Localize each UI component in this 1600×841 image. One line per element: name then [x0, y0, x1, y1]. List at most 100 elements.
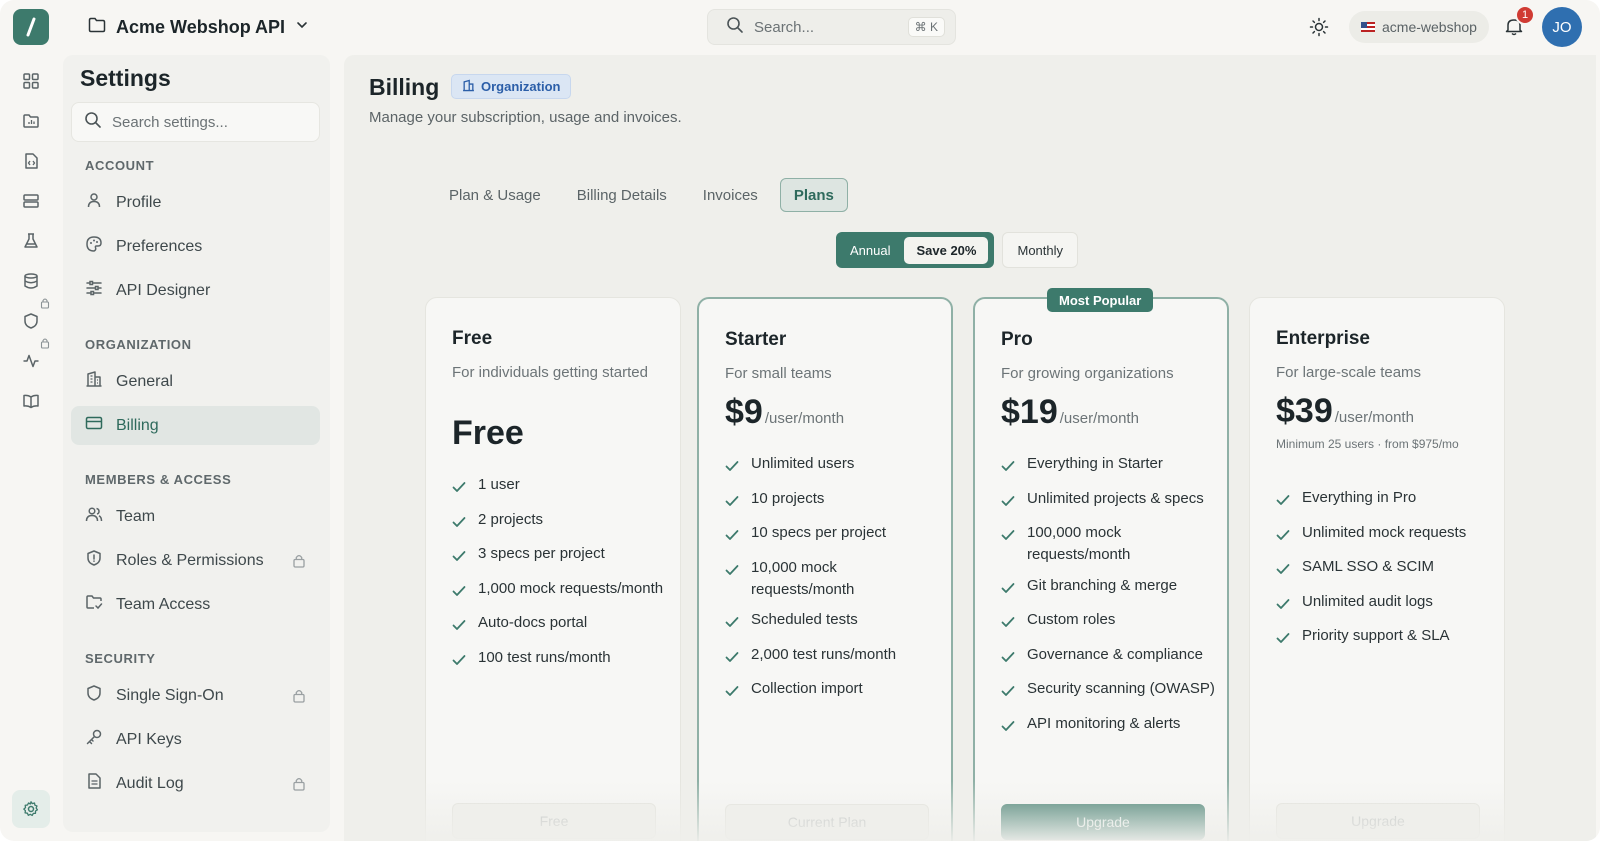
tab-plans[interactable]: Plans: [779, 178, 848, 212]
feature-item: 10,000 mock requests/month: [725, 557, 940, 601]
settings-search-input[interactable]: Search settings...: [71, 102, 320, 142]
feature-item: Git branching & merge: [1001, 575, 1216, 601]
global-search[interactable]: Search... ⌘ K: [707, 9, 956, 45]
settings-title: Settings: [80, 65, 171, 91]
most-popular-badge: Most Popular: [1047, 288, 1154, 312]
plan-card-pro: Most Popular Pro For growing organizatio…: [973, 288, 1229, 841]
database-icon[interactable]: [20, 270, 42, 292]
sidebar-item-team-access[interactable]: Team Access: [71, 585, 320, 624]
sidebar-item-team[interactable]: Team: [71, 497, 320, 536]
building-icon: [85, 370, 103, 393]
check-icon: [1001, 488, 1015, 514]
shield-icon[interactable]: [20, 310, 42, 332]
shield-icon: [85, 684, 103, 707]
sliders-icon: [85, 279, 103, 302]
user-avatar[interactable]: JO: [1542, 7, 1582, 47]
settings-search-placeholder: Search settings...: [112, 113, 228, 131]
section-label-security: SECURITY: [85, 651, 156, 666]
monthly-option[interactable]: Monthly: [1002, 232, 1079, 268]
plan-price-unit: /user/month: [1334, 409, 1414, 426]
plan-description: For individuals getting started: [452, 364, 648, 381]
current-plan-button[interactable]: Current Plan: [725, 804, 929, 840]
upgrade-pro-button[interactable]: Upgrade: [1001, 804, 1205, 840]
feature-text: 10,000 mock requests/month: [751, 558, 855, 598]
check-icon: [452, 612, 466, 638]
tab-plan-usage[interactable]: Plan & Usage: [435, 178, 555, 212]
sidebar-item-label: Audit Log: [116, 774, 184, 792]
sidebar-item-roles-permissions[interactable]: Roles & Permissions: [71, 541, 320, 580]
tab-billing-details[interactable]: Billing Details: [563, 178, 681, 212]
free-plan-button[interactable]: Free: [452, 803, 656, 839]
sidebar-item-single-sign-on[interactable]: Single Sign-On: [71, 676, 320, 715]
lock-icon: [292, 776, 306, 796]
shield-icon: [85, 549, 103, 572]
check-icon: [1276, 487, 1290, 513]
sidebar-item-api-designer[interactable]: API Designer: [71, 271, 320, 310]
feature-item: SAML SSO & SCIM: [1276, 556, 1491, 582]
check-icon: [725, 609, 739, 635]
feature-text: 1 user: [478, 476, 520, 493]
sidebar-item-label: General: [116, 372, 173, 390]
project-switcher[interactable]: Acme Webshop API: [88, 13, 309, 41]
sidebar-item-general[interactable]: General: [71, 362, 320, 401]
plan-price-unit: /user/month: [764, 410, 845, 427]
feature-text: SAML SSO & SCIM: [1302, 558, 1434, 575]
feature-text: 100,000 mock requests/month: [1027, 524, 1131, 563]
sidebar-item-preferences[interactable]: Preferences: [71, 227, 320, 266]
folder-chart-icon[interactable]: [20, 110, 42, 132]
check-icon: [725, 488, 739, 514]
feature-item: Unlimited users: [725, 453, 940, 479]
plan-price-unit: /user/month: [1059, 410, 1139, 427]
plan-minimum-note: Minimum 25 users · from $975/mo: [1276, 437, 1459, 451]
flask-icon[interactable]: [20, 230, 42, 252]
feature-list: Everything in Pro Unlimited mock requests…: [1276, 487, 1491, 660]
activity-icon[interactable]: [20, 350, 42, 372]
feature-item: Governance & compliance: [1001, 644, 1216, 670]
sidebar-item-api-keys[interactable]: API Keys: [71, 720, 320, 759]
sidebar-item-label: Team: [116, 507, 156, 525]
feature-text: 2 projects: [478, 510, 544, 528]
check-icon: [1001, 453, 1015, 479]
feature-text: Security scanning (OWASP): [1027, 680, 1215, 697]
app-logo[interactable]: [13, 9, 49, 45]
tab-invoices[interactable]: Invoices: [689, 178, 772, 212]
server-icon[interactable]: [20, 190, 42, 212]
credit-card-icon: [85, 414, 103, 437]
theme-toggle-sun-icon[interactable]: [1308, 16, 1330, 38]
check-icon: [725, 678, 739, 704]
sidebar-item-label: Team Access: [116, 595, 211, 613]
file-code-icon[interactable]: [20, 150, 42, 172]
plan-description: For large-scale teams: [1276, 364, 1422, 381]
plan-price: $9: [725, 393, 763, 431]
check-icon: [452, 647, 466, 673]
icon-rail: [0, 60, 62, 841]
file-text-icon: [85, 772, 103, 795]
plan-name: Free: [452, 328, 493, 349]
feature-text: 100 test runs/month: [478, 648, 611, 666]
settings-sidebar: Settings Search settings... ACCOUNT Prof…: [63, 55, 330, 832]
feature-text: Priority support & SLA: [1302, 627, 1450, 644]
upgrade-enterprise-button[interactable]: Upgrade: [1276, 803, 1480, 839]
feature-text: 10 projects: [751, 489, 825, 507]
sidebar-item-billing[interactable]: Billing: [71, 406, 320, 445]
plan-price: Free: [452, 414, 524, 452]
dashboard-icon[interactable]: [20, 70, 42, 92]
sidebar-item-profile[interactable]: Profile: [71, 183, 320, 222]
check-icon: [725, 453, 739, 479]
settings-gear-icon[interactable]: [12, 790, 50, 828]
key-icon: [85, 728, 103, 751]
feature-text: Custom roles: [1027, 611, 1116, 628]
feature-item: 100,000 mock requests/month: [1001, 522, 1216, 566]
billing-tabs: Plan & Usage Billing Details Invoices Pl…: [435, 178, 848, 212]
book-open-icon[interactable]: [20, 390, 42, 412]
feature-item: 3 specs per project: [452, 543, 667, 569]
search-shortcut: ⌘ K: [907, 17, 945, 37]
plan-description: For small teams: [725, 365, 832, 382]
app-window: Acme Webshop API Search... ⌘ K acme-webs…: [0, 0, 1600, 841]
annual-option[interactable]: Annual Save 20%: [836, 232, 995, 268]
scope-badge: Organization: [451, 74, 572, 99]
feature-text: Collection import: [751, 680, 863, 697]
sidebar-item-audit-log[interactable]: Audit Log: [71, 764, 320, 803]
check-icon: [1001, 575, 1015, 601]
workspace-selector[interactable]: acme-webshop: [1349, 11, 1489, 43]
